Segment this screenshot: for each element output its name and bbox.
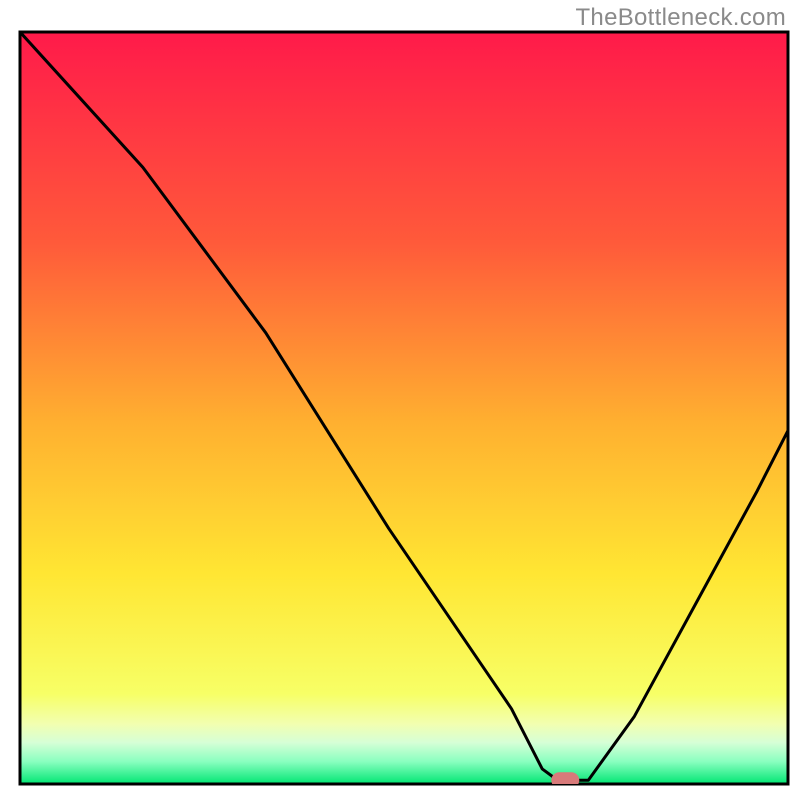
chart-svg (0, 0, 800, 800)
gradient-background (20, 32, 788, 784)
chart-container: TheBottleneck.com (0, 0, 800, 800)
marker-pill (551, 772, 579, 788)
